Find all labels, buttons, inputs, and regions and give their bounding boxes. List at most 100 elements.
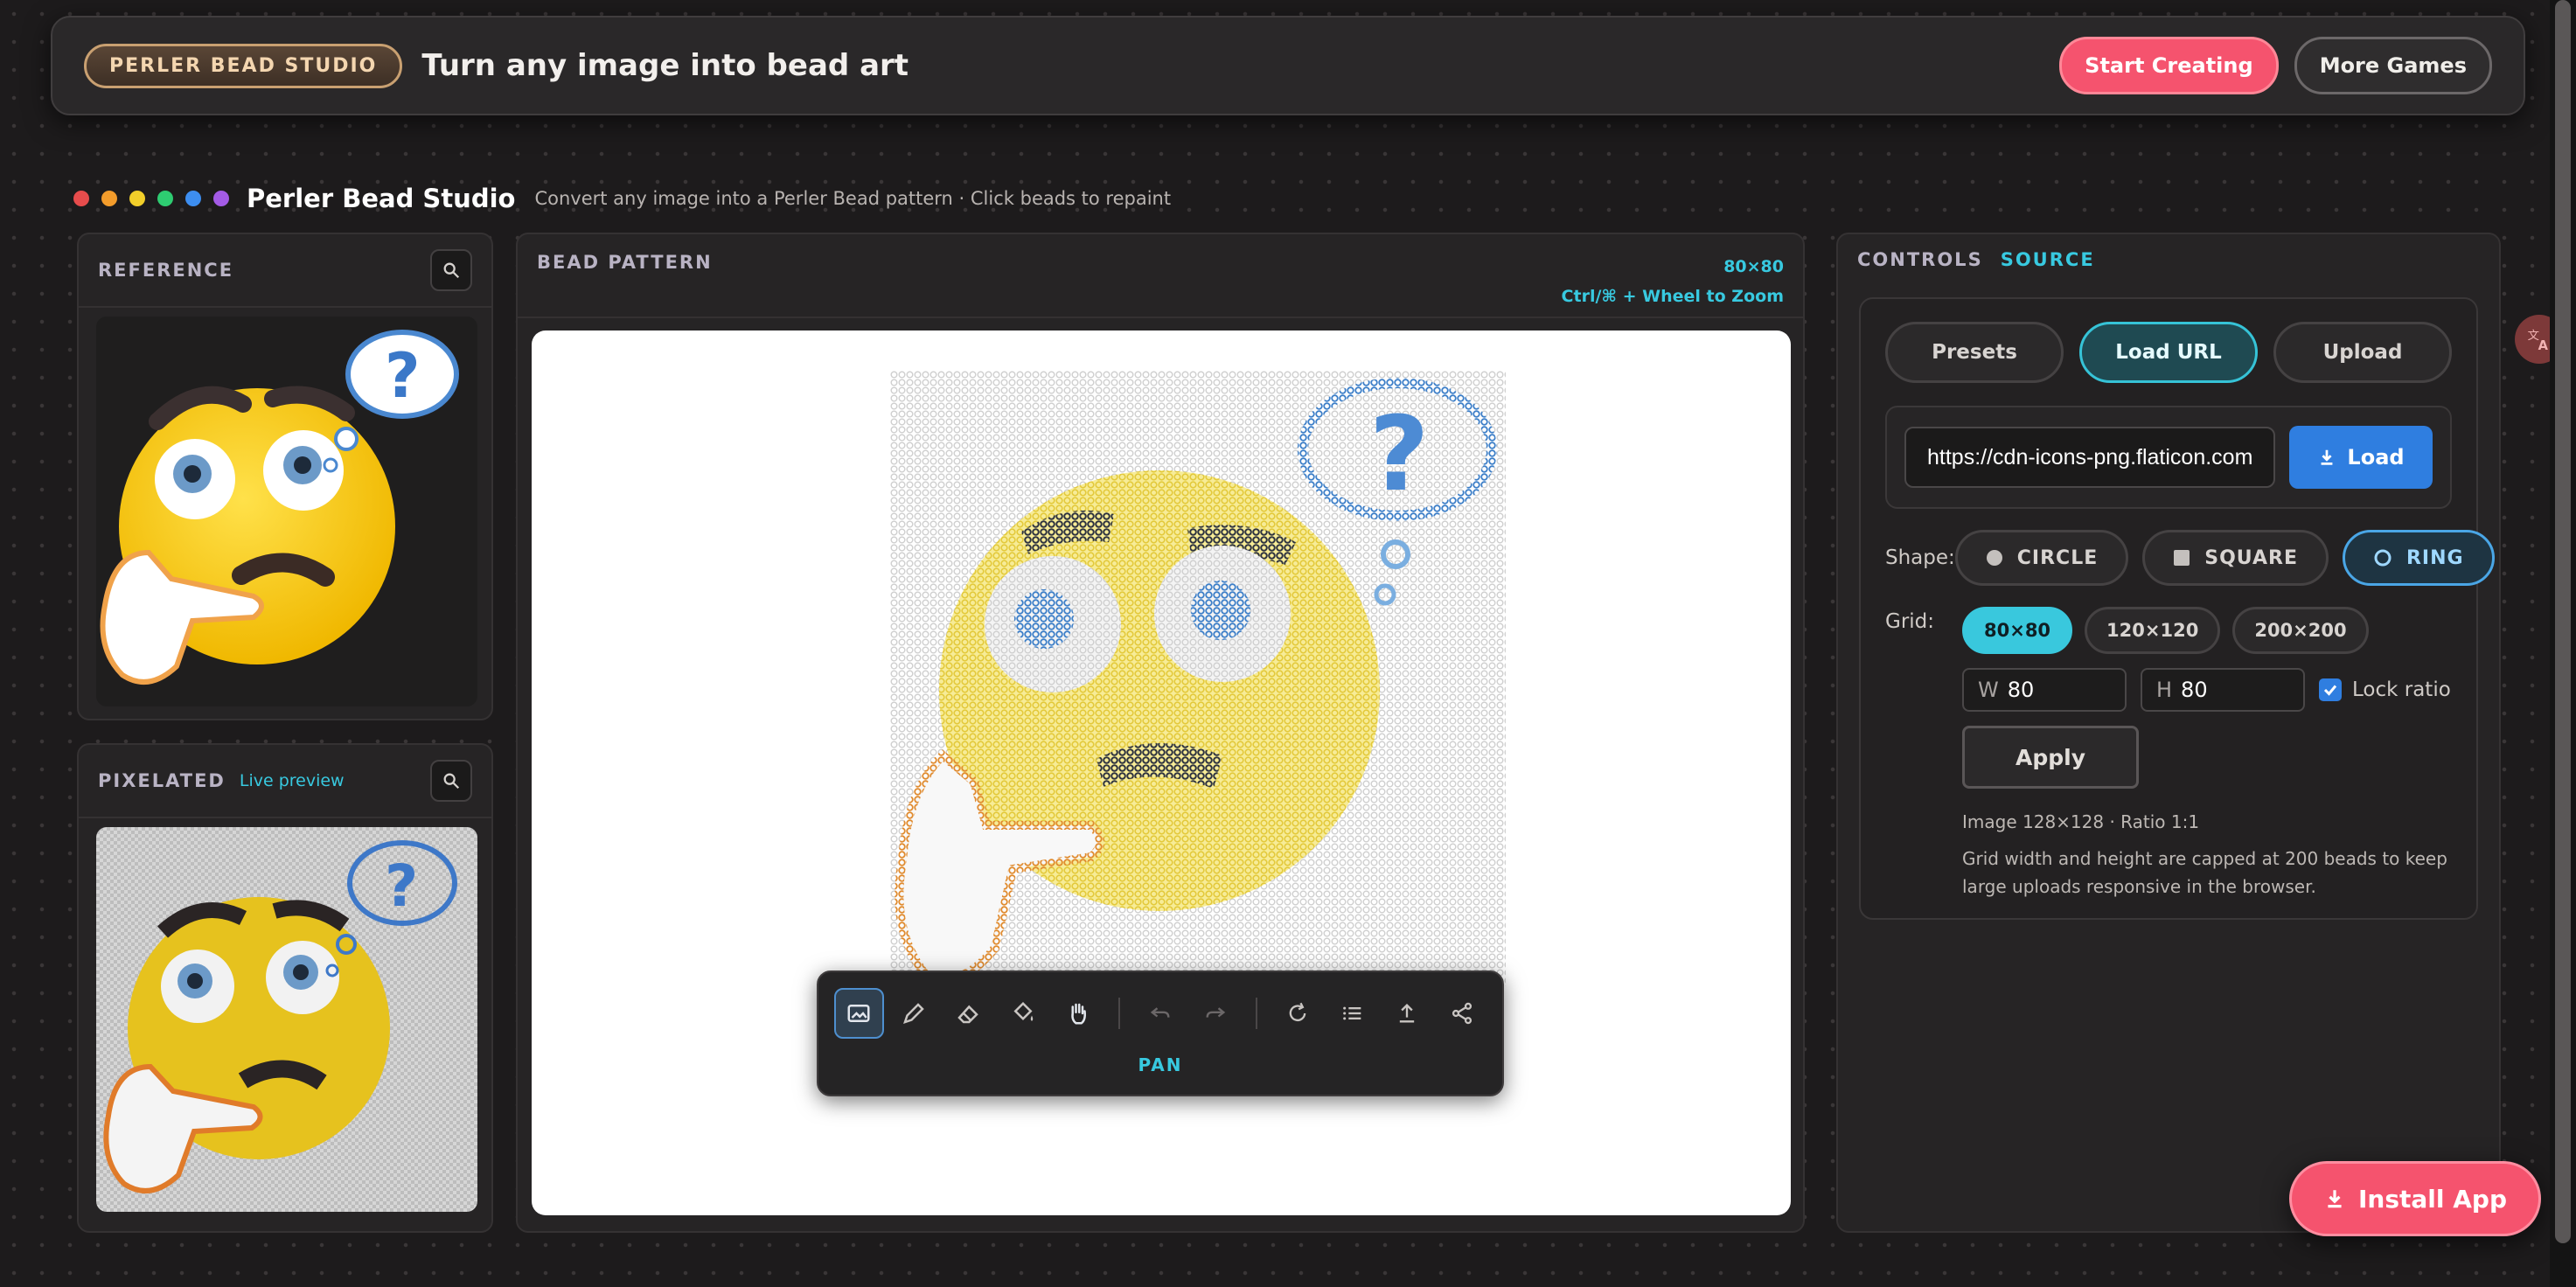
grid-presets: 80×80 120×120 200×200: [1962, 607, 2452, 654]
bead-pattern-label: BEAD PATTERN: [537, 252, 713, 273]
pixelated-zoom-button[interactable]: [430, 760, 472, 802]
grid-label: Grid:: [1885, 610, 1935, 633]
more-games-button[interactable]: More Games: [2294, 37, 2492, 94]
shape-square-button[interactable]: SQUARE: [2142, 530, 2329, 586]
reference-header: REFERENCE: [79, 234, 491, 308]
zoom-hint: Ctrl/⌘ + Wheel to Zoom: [1561, 287, 1784, 306]
grid-80-button[interactable]: 80×80: [1962, 607, 2073, 654]
width-value: 80: [2007, 678, 2035, 702]
page-scrollbar[interactable]: [2550, 0, 2576, 1287]
reference-panel: REFERENCE ?: [77, 233, 493, 720]
fill-bucket-icon: [1013, 1001, 1034, 1021]
apply-wrap: Apply: [1962, 726, 2452, 789]
lock-ratio-label: Lock ratio: [2352, 678, 2451, 701]
window-dot: [129, 191, 145, 206]
eraser-tool-button[interactable]: [943, 988, 993, 1039]
image-info: Image 128×128 · Ratio 1:1: [1962, 811, 2200, 832]
source-tab-presets[interactable]: Presets: [1885, 322, 2064, 383]
install-app-label: Install App: [2358, 1184, 2507, 1214]
redo-button[interactable]: [1190, 988, 1240, 1039]
tool-row: [818, 972, 1502, 1039]
window-dot: [185, 191, 201, 206]
app-subtitle: Convert any image into a Perler Bead pat…: [534, 188, 1172, 209]
image-icon: [847, 1005, 870, 1022]
grid-200-button[interactable]: 200×200: [2232, 607, 2369, 654]
pixelated-panel: PIXELATED Live preview ?: [77, 743, 493, 1233]
app-name: Perler Bead Studio: [247, 184, 516, 213]
download-icon: [2328, 1190, 2342, 1208]
share-button[interactable]: [1437, 988, 1486, 1039]
cap-info: Grid width and height are capped at 200 …: [1962, 848, 2447, 897]
shape-row: Shape: CIRCLE SQUARE RING: [1885, 530, 2495, 586]
width-input[interactable]: W 80: [1962, 668, 2127, 712]
active-tool-label: PAN: [1138, 1054, 1183, 1075]
hand-icon: [1070, 1003, 1086, 1025]
download-icon: [2322, 449, 2333, 465]
source-tab-load-url[interactable]: Load URL: [2079, 322, 2258, 383]
svg-text:?: ?: [1369, 393, 1429, 514]
tab-controls[interactable]: CONTROLS: [1857, 249, 1983, 270]
check-icon: [2323, 685, 2337, 696]
live-preview-label: Live preview: [239, 771, 345, 790]
lock-ratio-checkbox[interactable]: [2319, 678, 2342, 701]
top-bar: PERLER BEAD STUDIO Turn any image into b…: [51, 16, 2525, 115]
bead-pattern-header: BEAD PATTERN 80×80 Ctrl/⌘ + Wheel to Zoo…: [518, 234, 1803, 318]
shape-square-label: SQUARE: [2204, 546, 2298, 569]
start-creating-button[interactable]: Start Creating: [2059, 37, 2279, 94]
fill-tool-button[interactable]: [999, 988, 1048, 1039]
search-icon: [443, 773, 460, 790]
load-button[interactable]: Load: [2289, 426, 2433, 489]
refresh-icon: [1289, 1002, 1306, 1021]
redo-icon: [1206, 1007, 1225, 1018]
eraser-icon: [957, 1005, 979, 1024]
export-button[interactable]: [1382, 988, 1432, 1039]
grid-120-button[interactable]: 120×120: [2085, 607, 2221, 654]
pencil-tool-button[interactable]: [889, 988, 939, 1039]
size-inputs: W 80 H 80 Lock ratio: [1962, 668, 2452, 712]
shape-ring-button[interactable]: RING: [2342, 530, 2495, 586]
list-button[interactable]: [1327, 988, 1377, 1039]
top-actions: Start Creating More Games: [2059, 37, 2492, 94]
source-card: Presets Load URL Upload Load Shape: CIRC…: [1859, 297, 2495, 920]
pixelated-label: PIXELATED: [98, 770, 226, 791]
source-tabs: Presets Load URL Upload: [1885, 322, 2452, 383]
shape-circle-button[interactable]: CIRCLE: [1954, 530, 2129, 586]
undo-button[interactable]: [1136, 988, 1186, 1039]
app-window: Perler Bead Studio Convert any image int…: [73, 166, 2504, 1287]
window-dot: [73, 191, 89, 206]
reference-zoom-button[interactable]: [430, 249, 472, 291]
image-tool-button[interactable]: [834, 988, 884, 1039]
share-icon: [1452, 1002, 1472, 1025]
grid-size-label: 80×80: [1723, 257, 1784, 276]
refresh-button[interactable]: [1273, 988, 1323, 1039]
toolbar-separator: [1255, 998, 1257, 1029]
bead-pattern-panel: BEAD PATTERN 80×80 Ctrl/⌘ + Wheel to Zoo…: [516, 233, 1805, 1233]
window-dot: [101, 191, 117, 206]
scrollbar-thumb[interactable]: [2555, 0, 2571, 1243]
pan-tool-button[interactable]: [1053, 988, 1103, 1039]
controls-tabs: CONTROLS SOURCE: [1838, 234, 2499, 285]
controls-panel: CONTROLS SOURCE Presets Load URL Upload …: [1836, 233, 2501, 1233]
source-tab-upload[interactable]: Upload: [2273, 322, 2452, 383]
svg-text:?: ?: [385, 852, 418, 920]
install-app-button[interactable]: Install App: [2289, 1161, 2541, 1236]
shape-circle-label: CIRCLE: [2016, 546, 2099, 569]
ring-icon: [2374, 549, 2392, 567]
brand-badge[interactable]: PERLER BEAD STUDIO: [84, 43, 403, 88]
apply-button[interactable]: Apply: [1962, 726, 2139, 789]
window-dot: [213, 191, 229, 206]
height-input[interactable]: H 80: [2141, 668, 2305, 712]
reference-image: ?: [96, 317, 477, 706]
circle-icon: [1986, 550, 2002, 566]
pixelated-emoji-image: ?: [103, 840, 457, 1193]
zoom-info: 80×80 Ctrl/⌘ + Wheel to Zoom: [1562, 252, 1784, 311]
grid-row: Grid: 80×80 120×120 200×200 W 80 H 80 Lo…: [1885, 607, 2452, 901]
load-label: Load: [2347, 445, 2405, 470]
url-input[interactable]: [1904, 427, 2275, 488]
grid-options: 80×80 120×120 200×200 W 80 H 80 Lock rat…: [1962, 607, 2452, 901]
svg-text:A: A: [2538, 338, 2549, 353]
window-dot: [157, 191, 173, 206]
reference-label: REFERENCE: [98, 260, 234, 281]
app-title-bar: Perler Bead Studio Convert any image int…: [73, 184, 1171, 213]
tab-source[interactable]: SOURCE: [2001, 249, 2095, 270]
